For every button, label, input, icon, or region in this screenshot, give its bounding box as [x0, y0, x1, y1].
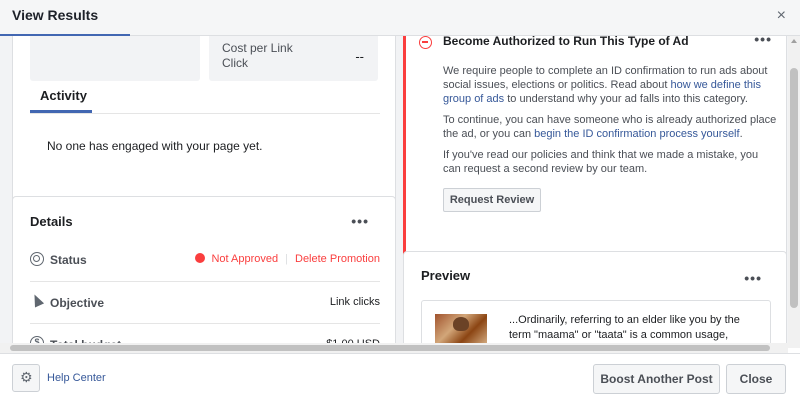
scroll-up-arrow-icon[interactable] [791, 39, 797, 43]
help-center-link[interactable]: Help Center [47, 372, 106, 384]
metric-cost-per-link-click: Cost per Link Click -- [209, 36, 378, 81]
settings-button[interactable]: ⚙ [12, 364, 40, 392]
auth-more-options-icon[interactable]: ••• [754, 36, 772, 47]
dialog-title: View Results [12, 7, 99, 23]
status-separator: | [285, 253, 288, 265]
status-error-dot-icon [195, 253, 206, 263]
status-row: Status Not Approved | Delete Promotion [30, 250, 380, 274]
authorization-title: Become Authorized to Run This Type of Ad [443, 36, 689, 48]
dialog-body: Cost per Link Click -- Activity No one h… [0, 36, 800, 346]
post-thumbnail [435, 314, 487, 346]
preview-card: Preview ••• ...Ordinarily, referring to … [403, 251, 787, 346]
boost-another-post-button[interactable]: Boost Another Post [593, 364, 720, 394]
empty-activity-message: No one has engaged with your page yet. [47, 139, 263, 153]
post-preview-text: ...Ordinarily, referring to an elder lik… [509, 314, 740, 341]
close-icon[interactable]: × [777, 7, 786, 25]
metric-value: -- [355, 49, 364, 64]
details-more-options-icon[interactable]: ••• [351, 213, 369, 229]
close-button[interactable]: Close [726, 364, 786, 394]
tab-activity[interactable]: Activity [30, 87, 92, 113]
view-results-dialog: View Results × Cost per Link Click -- Ac… [0, 0, 800, 400]
horizontal-scrollbar[interactable] [0, 343, 788, 353]
horizontal-scrollbar-thumb[interactable] [10, 345, 770, 351]
minus-circle-icon [419, 36, 432, 49]
objective-label: Objective [50, 296, 105, 310]
authorization-warning-card: Become Authorized to Run This Type of Ad… [403, 36, 787, 262]
cursor-icon [29, 292, 45, 308]
gear-icon: ⚙ [20, 369, 33, 385]
details-title: Details [30, 214, 73, 229]
dialog-footer: ⚙ Help Center Boost Another Post Close [0, 353, 800, 400]
status-value-group: Not Approved | Delete Promotion [195, 253, 380, 265]
status-value: Not Approved [211, 253, 279, 265]
auth-paragraph-1: We require people to complete an ID conf… [443, 64, 778, 106]
auth-p1-tail: to understand why your ad falls into thi… [504, 93, 748, 105]
dialog-header: View Results × [0, 0, 800, 36]
post-preview[interactable]: ...Ordinarily, referring to an elder lik… [421, 300, 771, 346]
vertical-scrollbar[interactable] [788, 36, 800, 348]
auth-p2-tail: . [739, 128, 743, 140]
tab-divider [30, 113, 380, 114]
vertical-scrollbar-thumb[interactable] [790, 68, 798, 308]
id-confirmation-link[interactable]: begin the ID confirmation process yourse… [534, 128, 739, 140]
objective-value: Link clicks [329, 296, 380, 308]
status-icon [30, 252, 44, 266]
metric-label: Cost per Link Click [222, 41, 293, 70]
request-review-button[interactable]: Request Review [443, 188, 541, 212]
details-card: Details ••• Status Not Approved | Delete P… [12, 196, 396, 346]
objective-row: Objective Link clicks [29, 292, 380, 317]
preview-more-options-icon[interactable]: ••• [744, 270, 762, 286]
status-label: Status [50, 253, 87, 267]
row-divider [30, 281, 380, 282]
metric-box-empty [30, 36, 200, 81]
auth-paragraph-3: If you've read our policies and think th… [443, 149, 759, 175]
preview-title: Preview [421, 268, 471, 283]
delete-promotion-link[interactable]: Delete Promotion [295, 253, 380, 265]
auth-paragraph-2: To continue, you can have someone who is… [443, 113, 778, 141]
row-divider [30, 323, 380, 324]
